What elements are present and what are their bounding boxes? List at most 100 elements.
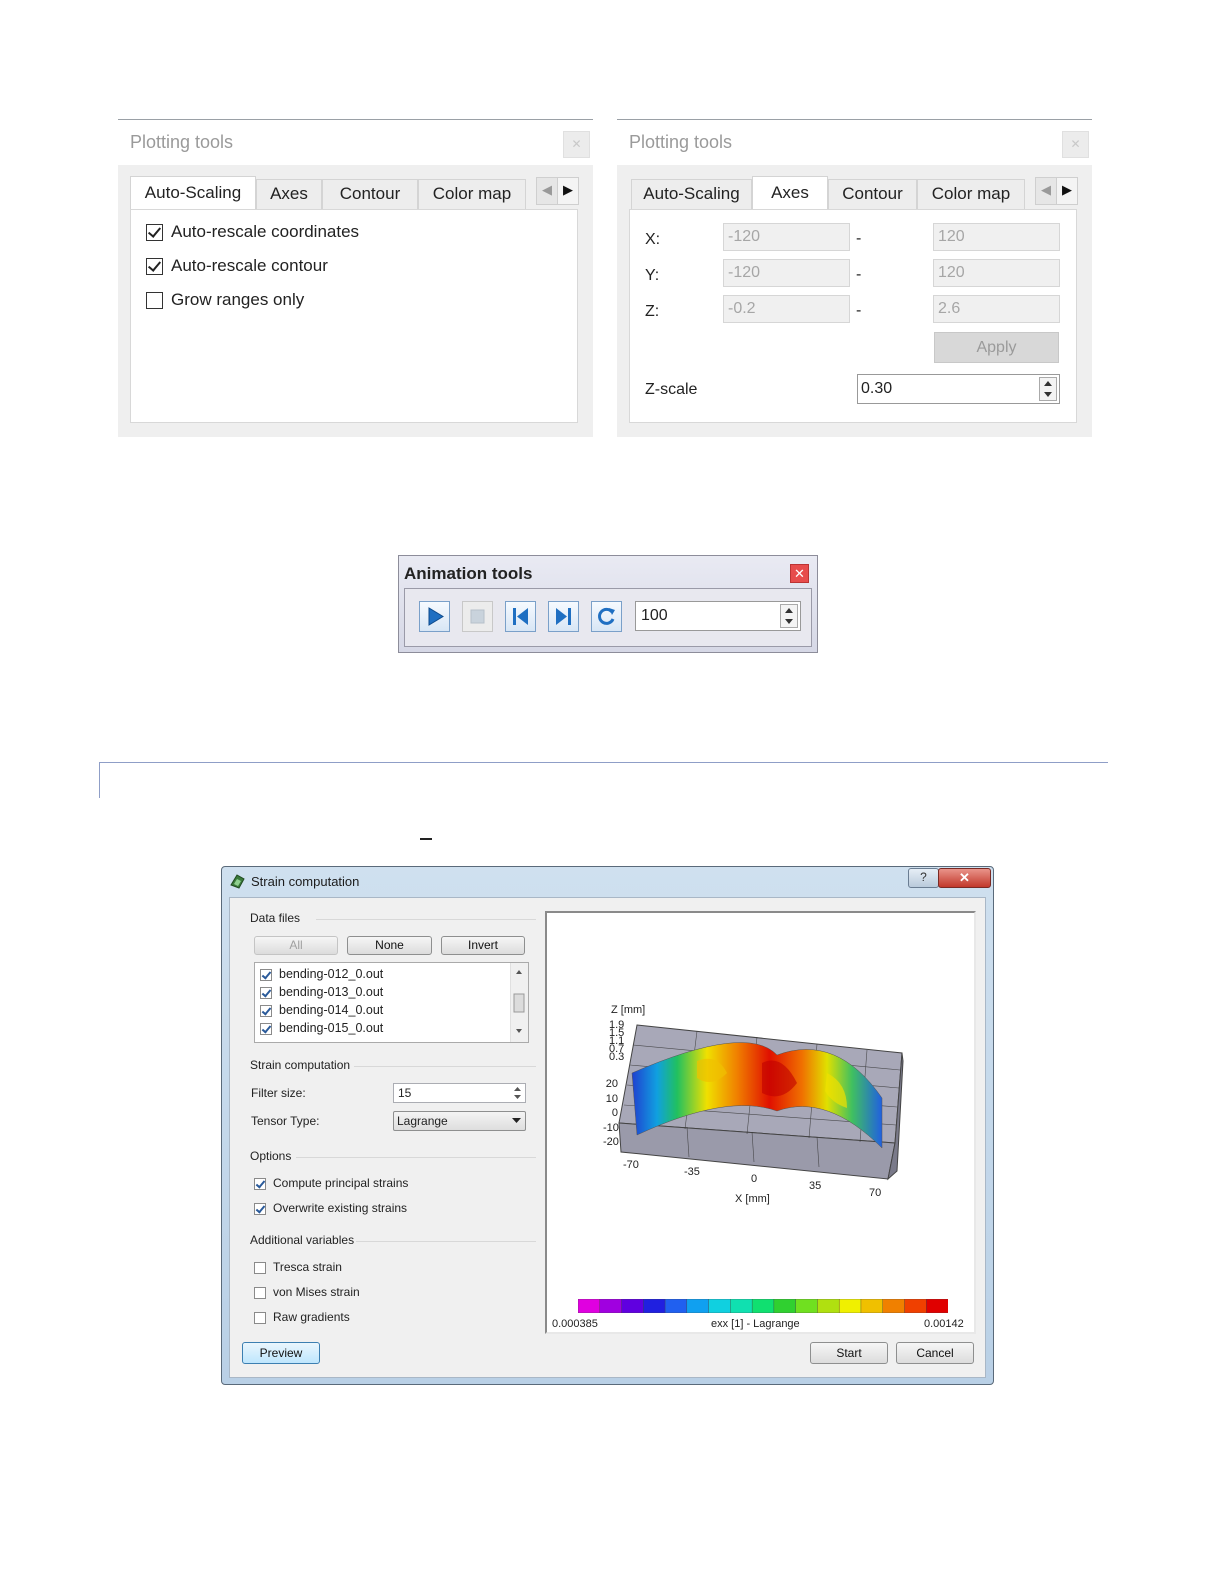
colorbar-segment xyxy=(621,1299,644,1313)
colorbar-segment xyxy=(904,1299,927,1313)
last-frame-button[interactable] xyxy=(548,601,579,632)
checkbox-icon[interactable] xyxy=(254,1311,266,1324)
start-button[interactable]: Start xyxy=(810,1342,888,1364)
loop-button[interactable] xyxy=(591,601,622,632)
apply-button[interactable]: Apply xyxy=(934,332,1059,363)
first-frame-button[interactable] xyxy=(505,601,536,632)
last-frame-icon xyxy=(556,608,571,625)
checkbox-icon[interactable] xyxy=(260,986,272,999)
x-max-field[interactable]: 120 xyxy=(933,223,1060,251)
help-icon[interactable]: ? xyxy=(908,868,939,888)
play-button[interactable] xyxy=(419,601,450,632)
stop-button[interactable] xyxy=(462,601,493,632)
tab-contour[interactable]: Contour xyxy=(828,179,917,209)
checkbox-icon[interactable] xyxy=(254,1261,266,1274)
tensor-type-select[interactable]: Lagrange xyxy=(393,1111,526,1131)
play-icon xyxy=(428,607,444,626)
tab-axes[interactable]: Axes xyxy=(256,179,322,209)
colorbar-segment xyxy=(730,1299,753,1313)
cancel-button[interactable]: Cancel xyxy=(896,1342,974,1364)
spin-arrows-icon[interactable] xyxy=(780,604,798,628)
x-min-field[interactable]: -120 xyxy=(723,223,850,251)
list-item[interactable]: bending-013_0.out xyxy=(260,984,383,1000)
tab-auto-scaling[interactable]: Auto-Scaling xyxy=(130,176,256,210)
scroll-right-icon[interactable]: ▶ xyxy=(1056,177,1078,205)
tab-auto-scaling[interactable]: Auto-Scaling xyxy=(631,179,752,209)
dialog-client: Data files All None Invert bending-012_0… xyxy=(229,897,986,1378)
colorbar-segment xyxy=(686,1299,710,1313)
filter-size-spinbox[interactable]: 15 xyxy=(393,1083,526,1103)
spin-arrows-icon[interactable] xyxy=(511,1085,524,1101)
tab-axes[interactable]: Axes xyxy=(752,176,828,210)
overwrite-existing-strains-checkbox[interactable]: Overwrite existing strains xyxy=(254,1200,407,1216)
app-icon xyxy=(230,874,245,889)
select-all-button[interactable]: All xyxy=(254,936,338,955)
stop-icon xyxy=(470,609,485,624)
tresca-strain-checkbox[interactable]: Tresca strain xyxy=(254,1259,342,1275)
tab-color-map[interactable]: Color map xyxy=(418,179,526,209)
additional-variables-group-title: Additional variables xyxy=(250,1233,355,1247)
close-icon[interactable]: ✕ xyxy=(563,131,590,158)
panel-body: Auto-Scaling Axes Contour Color map ◀ ▶ … xyxy=(118,165,593,437)
preview-plot[interactable]: Z [mm] 1.9 1.5 1.1 0.7 0.3 20 10 0 -10 -… xyxy=(545,911,976,1334)
spin-arrows-icon[interactable] xyxy=(1039,377,1057,401)
close-icon[interactable]: ✕ xyxy=(790,564,809,583)
x-axis-label: X: xyxy=(645,231,661,248)
checkbox-icon[interactable] xyxy=(260,1004,272,1017)
tab-color-map[interactable]: Color map xyxy=(917,179,1025,209)
y-max-field[interactable]: 120 xyxy=(933,259,1060,287)
z-scale-value: 0.30 xyxy=(861,380,893,397)
checkbox-label: Grow ranges only xyxy=(171,290,305,309)
data-files-list[interactable]: bending-012_0.out bending-013_0.out bend… xyxy=(254,962,529,1043)
tab-contour[interactable]: Contour xyxy=(322,179,418,209)
von-mises-strain-checkbox[interactable]: von Mises strain xyxy=(254,1284,360,1300)
scrollbar-icon xyxy=(513,970,525,1033)
auto-rescale-contour-checkbox[interactable]: Auto-rescale contour xyxy=(146,255,328,277)
invert-selection-button[interactable]: Invert xyxy=(441,936,525,955)
checkbox-label: Compute principal strains xyxy=(273,1176,409,1190)
checkbox-icon[interactable] xyxy=(146,224,163,242)
z-scale-spinbox[interactable]: 0.30 xyxy=(857,374,1060,404)
scroll-right-icon[interactable]: ▶ xyxy=(557,177,579,205)
group-line xyxy=(296,1157,536,1158)
list-scrollbar[interactable] xyxy=(510,963,528,1042)
colorbar xyxy=(578,1299,948,1313)
panel-divider xyxy=(617,119,1092,120)
compute-principal-strains-checkbox[interactable]: Compute principal strains xyxy=(254,1175,408,1191)
checkbox-icon[interactable] xyxy=(254,1202,266,1215)
y-min-field[interactable]: -120 xyxy=(723,259,850,287)
preview-button[interactable]: Preview xyxy=(242,1342,320,1364)
tensor-type-label: Tensor Type: xyxy=(251,1114,320,1128)
colorbar-segment xyxy=(795,1299,819,1313)
tick-label: -10 xyxy=(603,1121,619,1134)
checkbox-icon[interactable] xyxy=(260,968,272,981)
list-item[interactable]: bending-012_0.out xyxy=(260,966,383,982)
checkbox-icon[interactable] xyxy=(254,1177,266,1190)
dash-mark xyxy=(420,838,432,840)
frame-spinbox[interactable]: 100 xyxy=(635,601,801,631)
list-item[interactable]: bending-014_0.out xyxy=(260,1002,383,1018)
colorbar-segment xyxy=(773,1299,797,1313)
y-axis-label: Y: xyxy=(645,267,660,284)
checkbox-icon[interactable] xyxy=(146,292,163,310)
strain-computation-dialog: Strain computation ? ✕ Data files All No… xyxy=(221,866,994,1385)
close-icon[interactable]: ✕ xyxy=(938,868,991,888)
list-item[interactable]: bending-015_0.out xyxy=(260,1020,383,1036)
select-none-button[interactable]: None xyxy=(347,936,432,955)
z-max-field[interactable]: 2.6 xyxy=(933,295,1060,323)
checkbox-icon[interactable] xyxy=(260,1022,272,1035)
checkbox-icon[interactable] xyxy=(146,258,163,276)
tick-label: 0.3 xyxy=(609,1051,625,1063)
scroll-left-icon[interactable]: ◀ xyxy=(536,177,558,205)
range-separator: - xyxy=(856,302,862,319)
raw-gradients-checkbox[interactable]: Raw gradients xyxy=(254,1309,350,1325)
close-icon[interactable]: ✕ xyxy=(1062,131,1089,158)
checkbox-icon[interactable] xyxy=(254,1286,266,1299)
tensor-type-value: Lagrange xyxy=(397,1114,448,1128)
scroll-left-icon[interactable]: ◀ xyxy=(1035,177,1057,205)
auto-rescale-coordinates-checkbox[interactable]: Auto-rescale coordinates xyxy=(146,221,359,243)
x-axis-label: X [mm] xyxy=(735,1193,770,1205)
grow-ranges-only-checkbox[interactable]: Grow ranges only xyxy=(146,289,304,311)
checkbox-label: Overwrite existing strains xyxy=(273,1201,408,1215)
z-min-field[interactable]: -0.2 xyxy=(723,295,850,323)
